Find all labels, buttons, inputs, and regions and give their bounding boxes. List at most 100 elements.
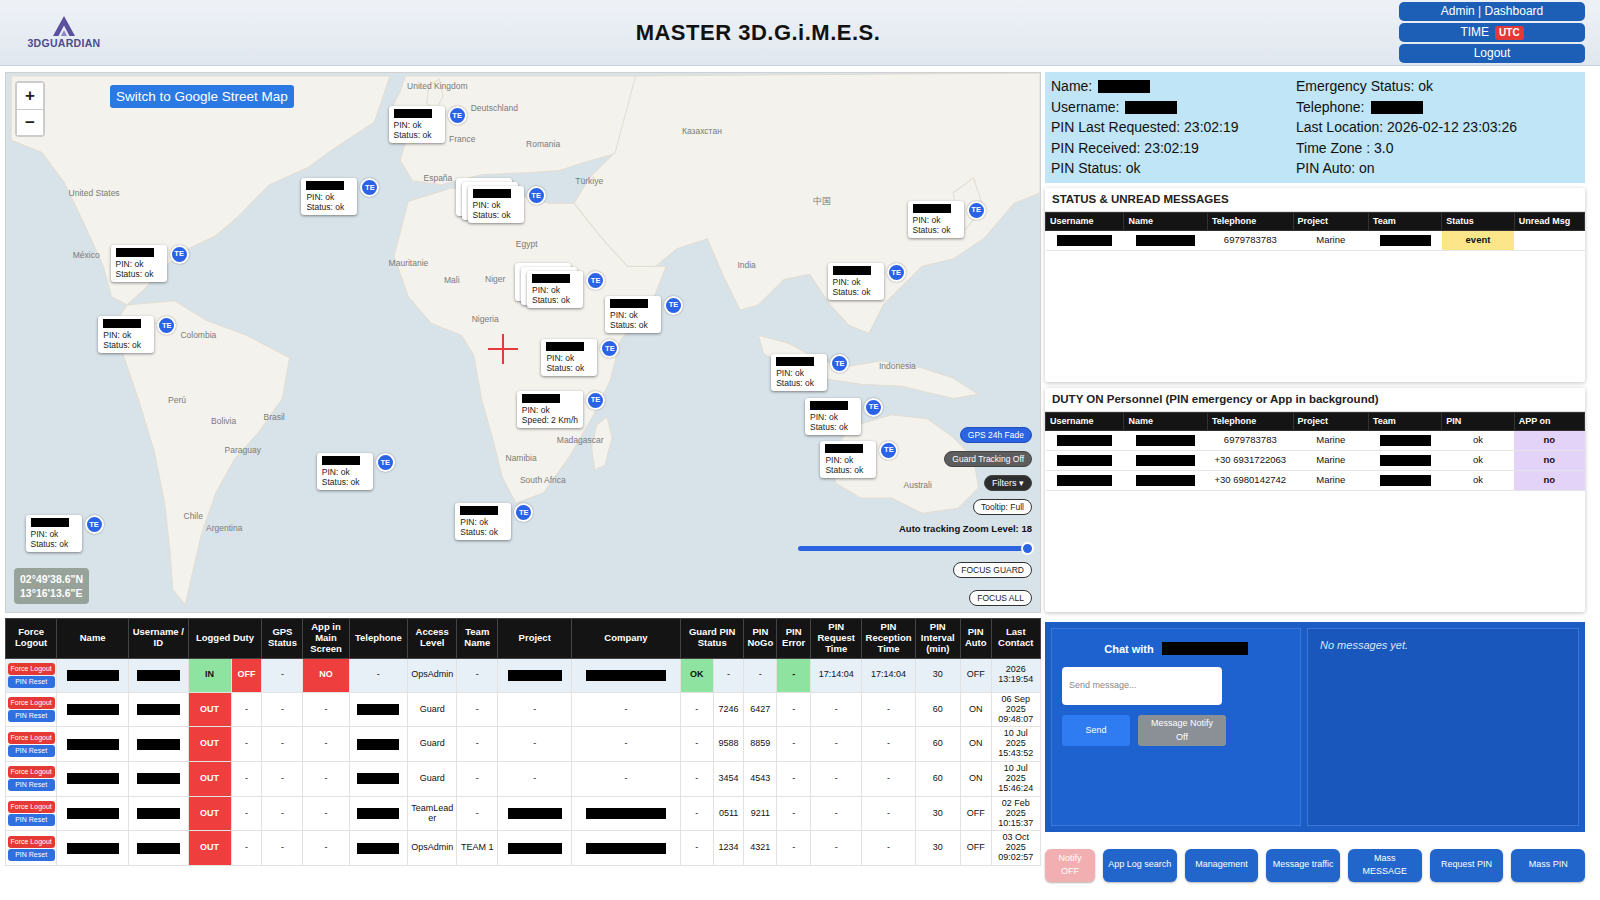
action-button[interactable]: App Log search [1103, 849, 1177, 882]
pin-tooltip[interactable]: PIN: okStatus: ok [301, 178, 357, 215]
column-header[interactable]: PIN Reception Time [862, 619, 915, 659]
team-badge[interactable]: TE [157, 316, 176, 335]
message-notify-button[interactable]: Message Notify Off [1138, 715, 1226, 746]
pin-tooltip[interactable]: PIN: okStatus: ok [98, 316, 154, 353]
guard-pin[interactable]: PIN: okStatus: okTE [455, 503, 533, 540]
pin-tooltip[interactable]: PIN: okStatus: ok [541, 339, 597, 376]
column-header[interactable]: PIN Request Time [811, 619, 862, 659]
guard-pin[interactable]: PIN: okStatus: okTE [317, 453, 395, 490]
team-badge[interactable]: TE [170, 245, 189, 264]
table-row[interactable]: +30 6980142742Marineokno [1046, 470, 1585, 490]
column-header[interactable]: Name [1124, 412, 1208, 430]
tooltip-toggle[interactable]: Tooltip: Full [973, 499, 1032, 515]
guard-pin[interactable]: PIN: okStatus: okTE [771, 354, 849, 391]
pin-tooltip[interactable]: PIN: okStatus: ok [805, 398, 861, 435]
guard-pin[interactable]: PIN: okStatus: okTE [468, 186, 546, 223]
action-button[interactable]: Mass PIN [1511, 849, 1585, 882]
column-header[interactable]: Team [1368, 412, 1441, 430]
column-header[interactable]: PIN NoGo [744, 619, 777, 659]
column-header[interactable]: Status [1442, 212, 1514, 230]
pin-tooltip[interactable]: PIN: okStatus: ok [527, 271, 583, 308]
pin-tooltip[interactable]: PIN: okStatus: ok [771, 354, 827, 391]
zoom-slider-thumb[interactable] [1021, 542, 1034, 555]
column-header[interactable]: Force Logout [6, 619, 57, 659]
column-header[interactable]: Access Level [408, 619, 457, 659]
table-row[interactable]: Force LogoutPIN ResetOUT---Guard----3454… [6, 762, 1041, 797]
gps-fade-toggle[interactable]: GPS 24h Fade [960, 427, 1032, 443]
column-header[interactable]: Unread Msg [1514, 212, 1584, 230]
force-logout-button[interactable]: Force Logout [8, 836, 55, 848]
table-row[interactable]: Force LogoutPIN ResetOUT---Guard----9588… [6, 727, 1041, 762]
table-row[interactable]: Force LogoutPIN ResetINOFF-NO-OpsAdmin-O… [6, 658, 1041, 692]
pin-tooltip[interactable]: PIN: okStatus: ok [828, 263, 884, 300]
column-header[interactable]: App in Main Screen [303, 619, 349, 659]
action-button[interactable]: Notify OFF [1045, 849, 1095, 882]
pin-tooltip[interactable]: PIN: okStatus: ok [26, 515, 82, 552]
guard-pin[interactable]: PIN: okStatus: okTE [301, 178, 379, 215]
team-badge[interactable]: TE [967, 201, 986, 220]
team-badge[interactable]: TE [879, 441, 898, 460]
pin-tooltip[interactable]: PIN: okSpeed: 2 Km/h [517, 391, 583, 428]
column-header[interactable]: Company [572, 619, 681, 659]
team-badge[interactable]: TE [887, 263, 906, 282]
column-header[interactable]: Name [1124, 212, 1208, 230]
guard-pin[interactable]: PIN: okStatus: okTE [389, 106, 467, 143]
filters-dropdown[interactable]: Filters ▾ [984, 475, 1032, 491]
pin-tooltip[interactable]: PIN: okStatus: ok [455, 503, 511, 540]
pin-tooltip[interactable]: PIN: okStatus: ok [389, 106, 445, 143]
pin-tooltip[interactable]: PIN: okStatus: ok [111, 245, 167, 282]
column-header[interactable]: Guard PIN Status [680, 619, 744, 659]
force-logout-button[interactable]: Force Logout [8, 663, 55, 675]
map[interactable]: +−Switch to Google Street MapUnited King… [5, 72, 1041, 613]
column-header[interactable]: APP on [1514, 412, 1584, 430]
guard-pin[interactable]: PIN: okStatus: okTE [26, 515, 104, 552]
column-header[interactable]: Team [1368, 212, 1441, 230]
table-row[interactable]: 6979783783Marineevent [1046, 230, 1585, 250]
pin-reset-button[interactable]: PIN Reset [8, 676, 55, 688]
message-input[interactable] [1062, 667, 1222, 705]
team-badge[interactable]: TE [600, 339, 619, 358]
pin-tooltip[interactable]: PIN: okStatus: ok [317, 453, 373, 490]
team-badge[interactable]: TE [864, 398, 883, 417]
table-row[interactable]: +30 6931722063Marineokno [1046, 450, 1585, 470]
column-header[interactable]: PIN Auto [960, 619, 991, 659]
zoom-slider[interactable] [798, 546, 1028, 551]
guard-pin[interactable]: PIN: okStatus: okTE [908, 201, 986, 238]
team-badge[interactable]: TE [586, 271, 605, 290]
focus-all-button[interactable]: FOCUS ALL [969, 590, 1032, 606]
guard-pin[interactable]: PIN: okStatus: okTE [111, 245, 189, 282]
team-badge[interactable]: TE [376, 453, 395, 472]
force-logout-button[interactable]: Force Logout [8, 697, 55, 709]
guard-pin[interactable]: PIN: okStatus: okTE [605, 296, 683, 333]
column-header[interactable]: Name [57, 619, 129, 659]
column-header[interactable]: Project [1293, 412, 1368, 430]
action-button[interactable]: Mass MESSAGE [1348, 849, 1422, 882]
column-header[interactable]: Telephone [1208, 212, 1294, 230]
admin-dashboard-button[interactable]: Admin | Dashboard [1399, 2, 1585, 21]
pin-tooltip[interactable]: PIN: okStatus: ok [820, 441, 876, 478]
column-header[interactable]: Last Contact [991, 619, 1040, 659]
send-button[interactable]: Send [1062, 715, 1130, 746]
column-header[interactable]: Username / ID [129, 619, 188, 659]
team-badge[interactable]: TE [514, 503, 533, 522]
column-header[interactable]: Team Name [457, 619, 498, 659]
table-row[interactable]: Force LogoutPIN ResetOUT---TeamLeader--0… [6, 796, 1041, 831]
column-header[interactable]: Project [498, 619, 572, 659]
pin-reset-button[interactable]: PIN Reset [8, 710, 55, 722]
action-button[interactable]: Message traffic [1266, 849, 1340, 882]
column-header[interactable]: Project [1293, 212, 1368, 230]
focus-guard-button[interactable]: FOCUS GUARD [953, 562, 1032, 578]
team-badge[interactable]: TE [85, 515, 104, 534]
table-row[interactable]: Force LogoutPIN ResetOUT---OpsAdminTEAM … [6, 831, 1041, 866]
column-header[interactable]: PIN [1442, 412, 1514, 430]
column-header[interactable]: Telephone [349, 619, 407, 659]
zoom-in-button[interactable]: + [17, 83, 43, 109]
team-badge[interactable]: TE [664, 296, 683, 315]
pin-reset-button[interactable]: PIN Reset [8, 745, 55, 757]
pin-tooltip[interactable]: PIN: okStatus: ok [605, 296, 661, 333]
column-header[interactable]: GPS Status [262, 619, 303, 659]
force-logout-button[interactable]: Force Logout [8, 801, 55, 813]
guard-pin[interactable]: PIN: okStatus: okTE [527, 271, 605, 308]
guard-pin[interactable]: PIN: okStatus: okTE [828, 263, 906, 300]
pin-reset-button[interactable]: PIN Reset [8, 849, 55, 861]
